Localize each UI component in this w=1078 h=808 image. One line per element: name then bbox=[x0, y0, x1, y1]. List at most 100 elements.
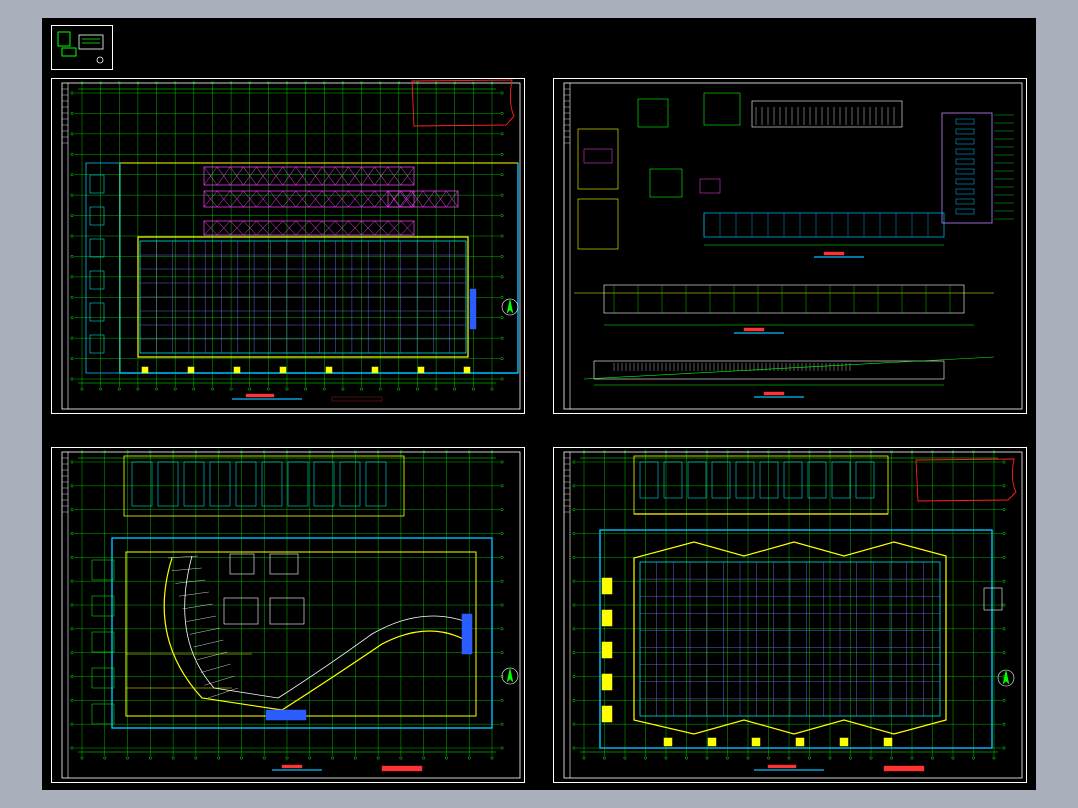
stair-highlight bbox=[601, 705, 613, 723]
detail-inset bbox=[983, 587, 1003, 611]
drawing-title bbox=[823, 251, 845, 256]
axis-bubble bbox=[572, 746, 576, 750]
axis-bubble bbox=[331, 756, 335, 760]
axis-bubble bbox=[572, 651, 576, 655]
unit-cell bbox=[711, 461, 731, 499]
window bbox=[955, 138, 975, 145]
axis-bubble bbox=[70, 746, 74, 750]
axis-bubble bbox=[1002, 627, 1006, 631]
stair-core bbox=[89, 174, 105, 194]
column-highlight bbox=[279, 366, 287, 374]
axis-bubble bbox=[453, 387, 457, 391]
axis-bubble bbox=[572, 603, 576, 607]
axis-bubble bbox=[1002, 579, 1006, 583]
detail-hatch bbox=[583, 148, 613, 164]
site-plan-icon bbox=[61, 450, 521, 779]
axis-bubble bbox=[746, 756, 750, 760]
axis-bubble bbox=[1002, 508, 1006, 512]
axis-bubble bbox=[70, 132, 74, 136]
axis-bubble bbox=[341, 387, 345, 391]
axis-bubble bbox=[572, 579, 576, 583]
axis-bubble bbox=[500, 316, 504, 320]
window bbox=[955, 198, 975, 205]
axis-bubble bbox=[192, 387, 196, 391]
column-highlight bbox=[751, 737, 761, 747]
axis-bubble bbox=[705, 756, 709, 760]
slope-line bbox=[583, 356, 995, 380]
redline-markup bbox=[915, 458, 1017, 502]
curved-ribs bbox=[193, 639, 224, 648]
axis-bubble bbox=[70, 722, 74, 726]
axis-bubble bbox=[70, 555, 74, 559]
cad-drawing-viewport[interactable] bbox=[42, 18, 1036, 790]
drawing-sheet-elevations-sections[interactable] bbox=[553, 78, 1027, 414]
stair-core bbox=[89, 238, 105, 258]
north-arrow-icon bbox=[506, 667, 514, 683]
axis-bubble bbox=[500, 746, 504, 750]
axis-bubble bbox=[70, 295, 74, 299]
axis-bubble bbox=[285, 756, 289, 760]
axis-bubble bbox=[500, 698, 504, 702]
axis-bubble bbox=[500, 555, 504, 559]
axis-bubble bbox=[500, 508, 504, 512]
axis-bubble bbox=[500, 336, 504, 340]
ramp-zone bbox=[203, 220, 415, 236]
axis-bubble bbox=[70, 214, 74, 218]
axis-bubble bbox=[422, 756, 426, 760]
axis-bubble bbox=[767, 756, 770, 760]
axis-bubble bbox=[378, 387, 382, 391]
axis-bubble bbox=[239, 756, 243, 760]
elevation-section-icon bbox=[563, 82, 1023, 410]
axis-bubble bbox=[70, 254, 74, 258]
detail-5 bbox=[703, 92, 741, 126]
drawing-sheet-site-plan[interactable] bbox=[51, 447, 525, 783]
sheet-inner-frame bbox=[61, 451, 521, 779]
axis-bubble bbox=[1002, 532, 1006, 535]
axis-bubble bbox=[500, 627, 504, 631]
curved-ribs bbox=[167, 555, 199, 559]
unit-cell bbox=[783, 461, 803, 499]
side-unit bbox=[91, 667, 115, 689]
axis-bubble bbox=[500, 295, 504, 299]
axis-bubble bbox=[685, 756, 688, 760]
axis-bubble bbox=[80, 387, 84, 391]
axis-bubble bbox=[70, 316, 74, 320]
section-a bbox=[603, 284, 965, 314]
unit-cell bbox=[735, 461, 755, 499]
axis-bubble bbox=[869, 756, 873, 760]
axis-bubble bbox=[972, 756, 975, 760]
side-unit bbox=[91, 559, 115, 581]
axis-bubble bbox=[70, 275, 74, 279]
axis-bubble bbox=[211, 387, 214, 391]
axis-bubble bbox=[70, 91, 74, 95]
stair-core bbox=[89, 206, 105, 226]
side-unit bbox=[91, 703, 115, 725]
drawing-thumbnail[interactable] bbox=[51, 25, 113, 70]
ramp-zone bbox=[203, 190, 415, 208]
blue-block bbox=[265, 709, 307, 721]
axis-bubble bbox=[1002, 746, 1006, 750]
building-elevation bbox=[941, 112, 993, 224]
axis-bubble bbox=[572, 484, 576, 488]
axis-bubble bbox=[500, 193, 504, 197]
axis-bubble bbox=[623, 756, 627, 760]
axis-bubble bbox=[1002, 484, 1006, 488]
axis-bubble bbox=[603, 756, 606, 760]
axis-bubble bbox=[572, 532, 576, 535]
redline-markup bbox=[411, 79, 515, 127]
stair-core bbox=[89, 334, 105, 354]
axis-bubble bbox=[173, 387, 177, 391]
axis-bubble bbox=[171, 756, 175, 760]
floor-plan-icon bbox=[61, 79, 521, 410]
axis-bubble bbox=[490, 756, 494, 760]
axis-bubble bbox=[248, 387, 252, 391]
unit-cell bbox=[339, 461, 361, 507]
axis-bubble bbox=[399, 756, 403, 760]
drawing-sheet-floor-plan-1[interactable] bbox=[51, 78, 525, 414]
axis-bubble bbox=[70, 579, 74, 583]
drawing-sheet-floor-plan-2[interactable] bbox=[553, 447, 1027, 783]
side-block bbox=[85, 162, 121, 374]
side-unit bbox=[91, 595, 115, 617]
axis-bubble bbox=[572, 722, 576, 726]
axis-bubble bbox=[1002, 722, 1006, 726]
